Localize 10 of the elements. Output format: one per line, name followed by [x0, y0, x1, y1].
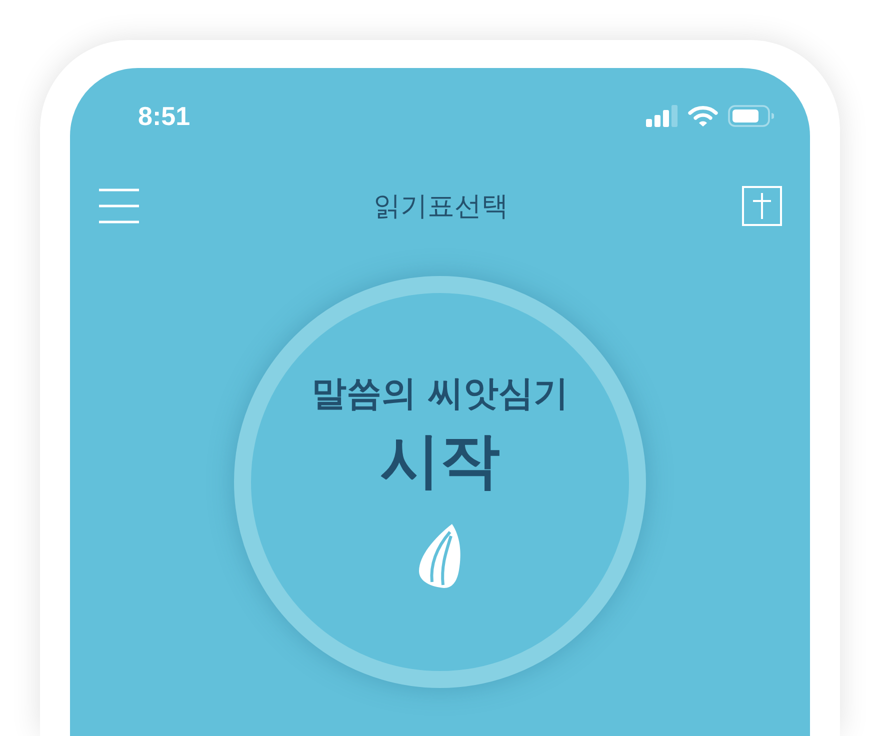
- signal-icon: [646, 105, 678, 127]
- cross-button[interactable]: [742, 186, 782, 226]
- wifi-icon: [688, 105, 718, 127]
- cross-icon: [742, 186, 782, 226]
- menu-button[interactable]: [98, 188, 140, 224]
- status-time: 8:51: [138, 100, 190, 132]
- screen-title: 읽기표선택: [374, 190, 508, 224]
- menu-icon: [98, 188, 140, 224]
- battery-icon: [728, 105, 774, 127]
- start-button[interactable]: 말씀의 씨앗심기 시작: [234, 276, 646, 688]
